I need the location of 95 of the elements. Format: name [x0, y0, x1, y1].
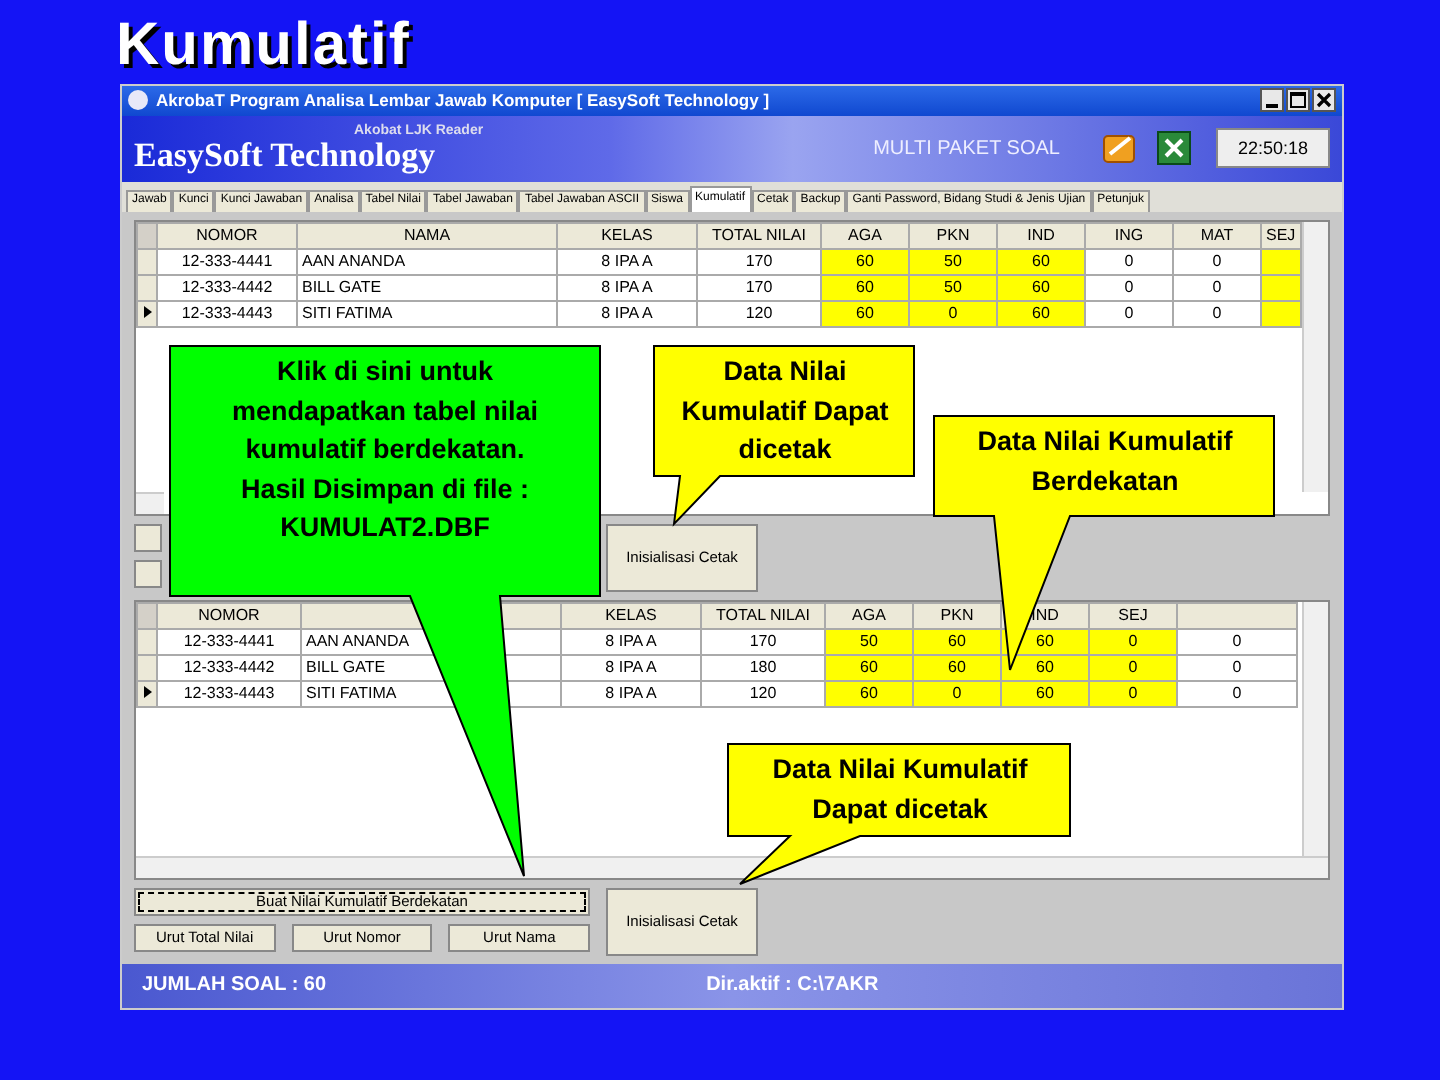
table-cell: 60 — [825, 654, 913, 681]
table-cell: 8 IPA A — [557, 274, 697, 301]
table-cell: 120 — [697, 300, 821, 327]
table-cell: 60 — [997, 248, 1085, 275]
app-brand: EasySoft Technology — [134, 137, 438, 174]
table-cell: 0 — [913, 680, 1001, 707]
column-header[interactable]: KELAS — [557, 222, 697, 249]
column-header[interactable]: ING — [1085, 222, 1173, 249]
table-cell: 12-333-4442 — [157, 274, 297, 301]
table-cell: BILL GATE — [297, 274, 557, 301]
table-cell: 0 — [1173, 300, 1261, 327]
table-cell: 12-333-4443 — [157, 300, 297, 327]
table-cell: 0 — [1177, 628, 1297, 655]
table-cell: SITI FATIMA — [297, 300, 557, 327]
table-cell: 120 — [701, 680, 825, 707]
scrollbar[interactable] — [1302, 221, 1328, 492]
table-cell: 8 IPA A — [561, 680, 701, 707]
table-cell: 12-333-4442 — [157, 654, 301, 681]
table-cell: 60 — [997, 274, 1085, 301]
close-button[interactable] — [1312, 88, 1336, 113]
callout-text: Klik di sini untuk mendapatkan tabel nilai kumulatif berdekatan. Hasil Disimpan di file : KUMULAT2.DBF — [229, 354, 541, 546]
table-cell: 8 IPA A — [561, 654, 701, 681]
table-cell: 0 — [1085, 274, 1173, 301]
column-header[interactable]: TOTAL NILAI — [701, 602, 825, 629]
table-cell: 60 — [821, 300, 909, 327]
table-cell: 60 — [821, 248, 909, 275]
table-cell: 60 — [997, 300, 1085, 327]
table-cell: 0 — [1089, 654, 1177, 681]
clock-display: 22:50:18 — [1215, 128, 1330, 169]
row-indicator[interactable] — [137, 300, 157, 327]
table-cell: AAN ANANDA — [297, 248, 557, 275]
table-cell: 8 IPA A — [561, 628, 701, 655]
column-header[interactable]: MAT — [1173, 222, 1261, 249]
callout-text: Data Nilai Kumulatif Dapat dicetak — [679, 354, 891, 468]
table-cell: 50 — [909, 274, 997, 301]
column-header[interactable]: NOMOR — [157, 602, 301, 629]
close-icon — [1316, 92, 1332, 109]
table-cell: 8 IPA A — [557, 248, 697, 275]
column-header[interactable] — [1177, 602, 1297, 629]
table-cell: 60 — [1001, 680, 1089, 707]
table-cell: 0 — [1085, 300, 1173, 327]
table-cell: 12-333-4443 — [157, 680, 301, 707]
table-cell: 170 — [701, 628, 825, 655]
minimize-button[interactable] — [1260, 88, 1284, 113]
table-cell: 170 — [697, 274, 821, 301]
spreadsheet-icon[interactable] — [1155, 130, 1192, 167]
column-header[interactable]: TOTAL NILAI — [697, 222, 821, 249]
table-cell: 180 — [701, 654, 825, 681]
column-header[interactable]: PKN — [913, 602, 1001, 629]
mode-label: MULTI PAKET SOAL — [873, 137, 1060, 160]
table-cell: 60 — [825, 680, 913, 707]
column-header[interactable]: IND — [997, 222, 1085, 249]
table-cell: 0 — [1177, 680, 1297, 707]
table-cell: 0 — [1089, 628, 1177, 655]
column-header[interactable]: PKN — [909, 222, 997, 249]
callout-text: Data Nilai Kumulatif Berdekatan — [975, 424, 1235, 499]
slide-title: Kumulatif — [116, 12, 411, 80]
header-corner — [137, 602, 157, 629]
button[interactable] — [134, 559, 162, 588]
table-cell: 170 — [697, 248, 821, 275]
column-header[interactable]: SEJ — [1261, 222, 1301, 249]
notebook-icon[interactable] — [1099, 130, 1140, 167]
app-icon — [128, 90, 148, 111]
table-cell: 0 — [1173, 274, 1261, 301]
status-text: JUMLAH SOAL : 60 — [142, 974, 327, 997]
table-cell: 12-333-4441 — [157, 248, 297, 275]
table-cell: 60 — [913, 628, 1001, 655]
callout-text: Data Nilai Kumulatif Dapat dicetak — [770, 752, 1030, 828]
table-cell: 0 — [1089, 680, 1177, 707]
window-title: AkrobaT Program Analisa Lembar Jawab Komputer [ EasySoft Technology ] — [156, 90, 772, 111]
table-cell: 12-333-4441 — [157, 628, 301, 655]
maximize-icon — [1290, 92, 1306, 109]
button[interactable] — [134, 523, 162, 552]
column-header[interactable]: AGA — [825, 602, 913, 629]
table-cell: 50 — [909, 248, 997, 275]
column-header[interactable]: NAMA — [297, 222, 557, 249]
table-cell: 60 — [821, 274, 909, 301]
table-cell: 0 — [1173, 248, 1261, 275]
header-corner — [137, 222, 157, 249]
table-cell: 0 — [1177, 654, 1297, 681]
column-header[interactable]: AGA — [821, 222, 909, 249]
table-cell: 0 — [909, 300, 997, 327]
table-cell: 0 — [1085, 248, 1173, 275]
scrollbar[interactable] — [136, 855, 1328, 878]
table-cell: 8 IPA A — [557, 300, 697, 327]
column-header[interactable]: KELAS — [561, 602, 701, 629]
table-cell: 50 — [825, 628, 913, 655]
table-cell: 60 — [913, 654, 1001, 681]
status-text: Dir.aktif : C:\7AKR — [706, 974, 879, 997]
maximize-button[interactable] — [1286, 88, 1310, 113]
column-header[interactable]: SEJ — [1089, 602, 1177, 629]
row-indicator[interactable] — [137, 680, 157, 707]
scrollbar[interactable] — [1302, 601, 1328, 856]
scrollbar[interactable] — [136, 491, 164, 514]
column-header[interactable]: NOMOR — [157, 222, 297, 249]
